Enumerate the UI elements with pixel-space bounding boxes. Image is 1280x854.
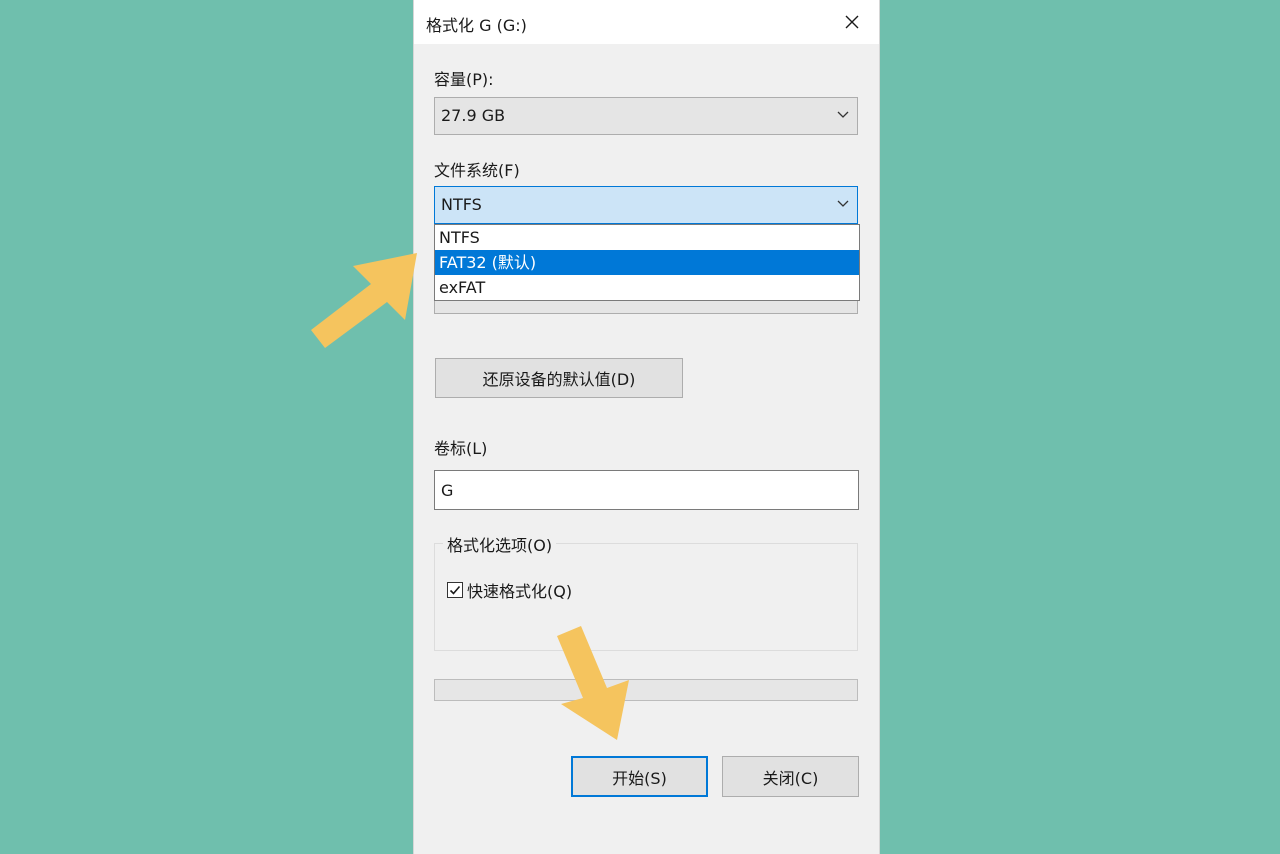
capacity-label: 容量(P): [434,70,494,89]
dialog-title: 格式化 G (G:) [426,16,527,35]
filesystem-option-fat32[interactable]: FAT32 (默认) [435,250,859,275]
capacity-select[interactable]: 27.9 GB [434,97,858,135]
start-button[interactable]: 开始(S) [571,756,708,797]
close-button[interactable]: 关闭(C) [722,756,859,797]
chevron-down-icon [837,200,849,207]
filesystem-option-ntfs[interactable]: NTFS [435,225,859,250]
volume-label-input[interactable] [434,470,859,510]
format-options-group: 格式化选项(O) 快速格式化(Q) [434,532,858,651]
format-dialog: 格式化 G (G:) 容量(P): 27.9 GB 文件系统(F) NTFS N… [413,0,880,854]
close-window-button[interactable] [833,4,871,40]
format-progress-bar [434,679,858,701]
format-options-legend: 格式化选项(O) [443,532,557,556]
restore-defaults-button[interactable]: 还原设备的默认值(D) [435,358,683,398]
filesystem-select[interactable]: NTFS [434,186,858,224]
close-icon [845,15,859,29]
filesystem-label: 文件系统(F) [434,161,520,180]
checkmark-icon [449,585,461,595]
filesystem-dropdown-list: NTFS FAT32 (默认) exFAT [434,224,860,301]
filesystem-value: NTFS [441,195,482,214]
capacity-value: 27.9 GB [441,106,506,125]
volume-label-label: 卷标(L) [434,439,488,458]
quick-format-checkbox[interactable]: 快速格式化(Q) [447,578,572,602]
chevron-down-icon [837,111,849,118]
title-bar: 格式化 G (G:) [414,0,879,44]
checkbox-box[interactable] [447,582,463,598]
quick-format-label: 快速格式化(Q) [467,582,573,601]
filesystem-option-exfat[interactable]: exFAT [435,275,859,300]
pointing-arrow-icon [557,626,629,740]
pointing-arrow-icon [311,253,417,348]
